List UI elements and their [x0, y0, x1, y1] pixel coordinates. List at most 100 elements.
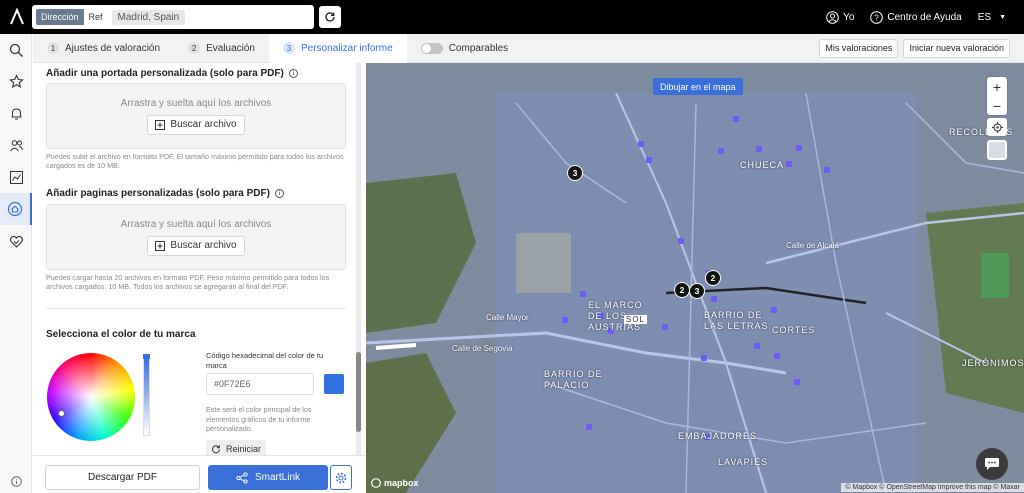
- map-label: BARRIO DE PALACIO: [544, 369, 603, 390]
- map-marker[interactable]: [754, 343, 760, 349]
- step-number: 2: [188, 42, 201, 54]
- map-marker[interactable]: [580, 291, 586, 297]
- cover-browse-button[interactable]: Buscar archivo: [147, 114, 245, 135]
- mapbox-text: mapbox: [384, 478, 419, 488]
- brightness-slider[interactable]: [143, 356, 150, 436]
- new-valuation-button[interactable]: Iniciar nueva valoración: [903, 38, 1010, 58]
- refresh-button[interactable]: [319, 6, 341, 28]
- map-marker[interactable]: [756, 146, 762, 152]
- map-marker[interactable]: [678, 238, 684, 244]
- map-marker[interactable]: [662, 324, 668, 330]
- nav-favorites[interactable]: [0, 65, 32, 97]
- tab-ajustes[interactable]: 1 Ajustes de valoración: [33, 34, 174, 63]
- help-label: Centro de Ayuda: [887, 11, 962, 23]
- user-menu[interactable]: Yo: [826, 10, 855, 24]
- steps-tabs-bar: 1 Ajustes de valoración 2 Evaluación 3 P…: [33, 33, 1024, 63]
- map-marker[interactable]: [824, 167, 830, 173]
- app-logo[interactable]: [0, 0, 34, 34]
- locate-button[interactable]: [987, 118, 1007, 136]
- map-marker[interactable]: [718, 148, 724, 154]
- nav-search[interactable]: [0, 34, 32, 66]
- map-label: Calle Mayor: [486, 313, 529, 322]
- nav-info[interactable]: [0, 465, 32, 493]
- color-swatch: [324, 374, 344, 394]
- map-view[interactable]: 3 2 2 3 CHUECA RECOLETOS EL MARCO DE LOS…: [366, 63, 1024, 493]
- hex-label: Código hexadecimal del color de tu marca: [206, 351, 324, 370]
- mode-address-button[interactable]: Dirección: [36, 9, 84, 25]
- chevron-down-icon: ▼: [999, 13, 1006, 21]
- draw-on-map-button[interactable]: Dibujar en el mapa: [653, 78, 743, 95]
- share-icon: [236, 471, 248, 484]
- comparables-label: Comparables: [448, 42, 509, 54]
- map-marker[interactable]: [796, 145, 802, 151]
- map-label: EL MARCO DE LOS AUSTRIAS: [588, 300, 643, 332]
- address-chip[interactable]: Madrid, Spain: [111, 9, 186, 25]
- comparables-toggle-group: Comparables: [420, 42, 509, 54]
- bell-icon: [11, 107, 21, 120]
- tab-evaluacion[interactable]: 2 Evaluación: [174, 34, 269, 63]
- download-pdf-button[interactable]: Descargar PDF: [45, 465, 200, 490]
- cover-help-text: Puedes subir el archivo en formato PDF. …: [46, 152, 344, 170]
- tab-personalizar[interactable]: 3 Personalizar informe: [268, 33, 407, 63]
- map-label: Calle de Segovia: [452, 344, 513, 353]
- dropzone-text: Arrastra y suelta aquí los archivos: [120, 218, 272, 230]
- mode-ref-button[interactable]: Ref: [83, 9, 108, 25]
- map-style-button[interactable]: [987, 140, 1007, 160]
- color-wheel-handle[interactable]: [58, 410, 65, 417]
- map-marker[interactable]: [638, 141, 644, 147]
- map-marker[interactable]: [786, 161, 792, 167]
- pages-dropzone[interactable]: Arrastra y suelta aquí los archivos Busc…: [46, 204, 346, 270]
- my-valuations-button[interactable]: Mis valoraciones: [819, 38, 899, 58]
- chat-button[interactable]: [976, 448, 1008, 480]
- pages-browse-button[interactable]: Buscar archivo: [147, 235, 245, 256]
- panel-scrollbar-thumb[interactable]: [356, 352, 361, 432]
- map-attribution[interactable]: © Mapbox © OpenStreetMap Improve this ma…: [841, 483, 1024, 492]
- info-icon[interactable]: i: [274, 189, 284, 198]
- map-label: BARRIO DE LAS LETRAS: [704, 310, 769, 331]
- map-marker[interactable]: [646, 157, 652, 163]
- map-label: SOL: [624, 315, 648, 324]
- language-select[interactable]: ES ▼: [978, 12, 1006, 23]
- address-input[interactable]: Madrid, Spain: [111, 9, 310, 25]
- help-center-link[interactable]: ? Centro de Ayuda: [870, 10, 962, 24]
- map-marker[interactable]: [774, 353, 780, 359]
- map-marker[interactable]: [701, 355, 707, 361]
- browse-label: Buscar archivo: [170, 119, 237, 130]
- zoom-in-button[interactable]: +: [993, 79, 1001, 95]
- color-wheel[interactable]: [47, 353, 135, 441]
- mapbox-logo: mapbox: [371, 478, 419, 488]
- map-marker[interactable]: [733, 116, 739, 122]
- cover-dropzone[interactable]: Arrastra y suelta aquí los archivos Busc…: [46, 83, 346, 149]
- nav-contacts[interactable]: [0, 129, 32, 161]
- users-icon: [9, 139, 23, 151]
- top-right-menu: Yo ? Centro de Ayuda ES ▼: [826, 10, 1024, 24]
- map-cluster[interactable]: 3: [567, 165, 583, 181]
- comparables-toggle[interactable]: [420, 42, 443, 54]
- user-label: Yo: [843, 11, 855, 23]
- map-marker[interactable]: [562, 317, 568, 323]
- nav-analytics[interactable]: [0, 161, 32, 193]
- map-cluster[interactable]: 3: [689, 283, 705, 299]
- map-label: CORTES: [772, 325, 816, 335]
- crosshair-icon: [991, 121, 1003, 133]
- map-cluster[interactable]: 2: [674, 282, 690, 298]
- map-label: CHUECA: [740, 160, 785, 170]
- nav-deals[interactable]: [0, 225, 32, 257]
- map-cluster[interactable]: 2: [705, 270, 721, 286]
- map-marker[interactable]: [711, 296, 717, 302]
- map-background[interactable]: [366, 63, 1024, 493]
- hex-input[interactable]: #0F72E6: [206, 373, 314, 395]
- logo-icon: [10, 8, 24, 25]
- smartlink-button[interactable]: SmartLink: [208, 465, 328, 490]
- zoom-out-button[interactable]: −: [993, 98, 1001, 114]
- map-marker[interactable]: [586, 424, 592, 430]
- nav-alerts[interactable]: [0, 97, 32, 129]
- map-marker[interactable]: [794, 379, 800, 385]
- search-icon: [9, 43, 23, 57]
- reset-label: Reiniciar: [226, 444, 262, 454]
- refresh-icon: [325, 12, 335, 22]
- brightness-slider-handle[interactable]: [143, 354, 150, 359]
- smartlink-settings-button[interactable]: [330, 465, 352, 490]
- info-icon[interactable]: i: [288, 69, 298, 78]
- nav-valuation[interactable]: [0, 193, 32, 225]
